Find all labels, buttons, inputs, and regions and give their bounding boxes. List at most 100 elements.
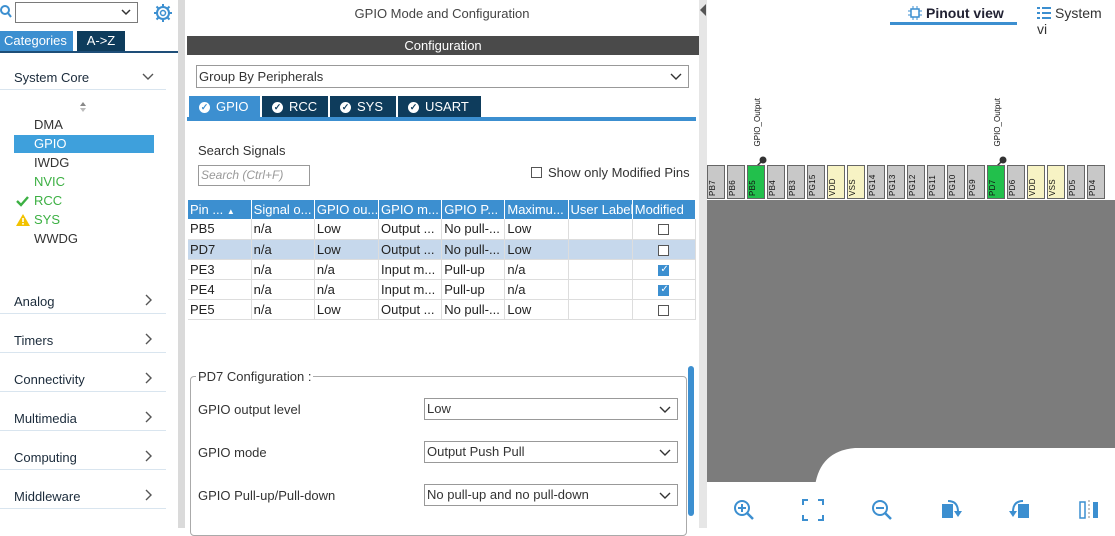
pin-pb7[interactable]: PB7: [707, 165, 725, 199]
pin-pd5[interactable]: PD5: [1067, 165, 1085, 199]
group-computing[interactable]: Computing: [0, 444, 166, 470]
group-system-core[interactable]: System Core: [0, 64, 166, 90]
column-header-max-speed[interactable]: Maximu...: [504, 200, 569, 219]
group-by-select[interactable]: Group By Peripherals: [196, 65, 689, 88]
pin-pd4[interactable]: PD4: [1087, 165, 1105, 199]
cell-user-label[interactable]: [568, 219, 633, 240]
gear-icon[interactable]: [153, 3, 173, 23]
column-header-gpio-mode[interactable]: GPIO m...: [378, 200, 443, 219]
table-row[interactable]: PE4 n/a n/a Input m... Pull-up n/a: [188, 279, 697, 300]
item-wwdg[interactable]: WWDG: [34, 230, 78, 248]
modified-checkbox: [658, 304, 670, 316]
pin-pg15[interactable]: PG15: [807, 165, 825, 199]
sort-icon[interactable]: [78, 100, 88, 114]
checkbox[interactable]: [531, 167, 542, 178]
tab-categories[interactable]: Categories: [0, 31, 73, 51]
pin-pb5[interactable]: PB5: [747, 165, 765, 199]
view-toolbar: [707, 482, 1115, 528]
show-modified-checkbox[interactable]: Show only Modified Pins: [531, 165, 690, 180]
item-dma[interactable]: DMA: [34, 116, 63, 134]
column-header-user-label[interactable]: User Label: [568, 200, 633, 219]
tab-label: USART: [425, 99, 469, 114]
cell-user-label[interactable]: [568, 299, 633, 320]
output-level-select[interactable]: Low: [424, 398, 678, 420]
group-middleware[interactable]: Middleware: [0, 483, 166, 509]
pinout-panel: Pinout view System vi GPIO_Output GPIO_O…: [699, 0, 1115, 528]
sort-ascending-icon: ▲: [226, 207, 235, 216]
search-signals-input[interactable]: Search (Ctrl+F): [198, 165, 310, 186]
column-header-gpio-pull[interactable]: GPIO P...: [441, 200, 506, 219]
column-header-modified[interactable]: Modified: [632, 200, 697, 219]
gpio-mode-select[interactable]: Output Push Pull: [424, 441, 678, 463]
pin-signal-label: GPIO_Output: [753, 98, 762, 147]
chevron-down-icon: [659, 406, 671, 413]
rotate-left-icon[interactable]: [1009, 498, 1031, 522]
item-nvic[interactable]: NVIC: [34, 173, 65, 191]
group-timers[interactable]: Timers: [0, 327, 166, 353]
pin-pg11[interactable]: PG11: [927, 165, 945, 199]
zoom-out-icon[interactable]: [871, 498, 893, 522]
pin-vdd[interactable]: VDD: [1027, 165, 1045, 199]
item-sys[interactable]: SYS: [16, 211, 60, 229]
tab-sys[interactable]: ✓ SYS: [330, 96, 396, 117]
pin-vss[interactable]: VSS: [847, 165, 865, 199]
group-analog[interactable]: Analog: [0, 288, 166, 314]
table-row[interactable]: PB5 n/a Low Output ... No pull-... Low: [188, 219, 697, 240]
flip-icon[interactable]: [1078, 498, 1100, 522]
group-label: System Core: [14, 70, 90, 85]
pin-pg14[interactable]: PG14: [867, 165, 885, 199]
pin-pg13[interactable]: PG13: [887, 165, 905, 199]
pin-vdd[interactable]: VDD: [827, 165, 845, 199]
tab-gpio[interactable]: ✓ GPIO: [189, 96, 260, 117]
warning-icon: [16, 214, 30, 226]
pin-pg12[interactable]: PG12: [907, 165, 925, 199]
cell-pin: PE3: [188, 259, 252, 280]
column-header-signal[interactable]: Signal o...: [251, 200, 315, 219]
group-label: Timers: [14, 333, 54, 348]
table-row[interactable]: PD7 n/a Low Output ... No pull-... Low: [188, 239, 697, 260]
collapse-arrow-icon[interactable]: [699, 2, 707, 18]
pin-pb3[interactable]: PB3: [787, 165, 805, 199]
panel-splitter[interactable]: [699, 0, 707, 528]
group-multimedia[interactable]: Multimedia: [0, 405, 166, 431]
pin-vss[interactable]: VSS: [1047, 165, 1065, 199]
column-header-pin[interactable]: Pin ... ▲: [188, 200, 252, 219]
tab-usart[interactable]: ✓ USART: [398, 96, 481, 117]
pull-label: GPIO Pull-up/Pull-down: [198, 488, 336, 503]
search-combo[interactable]: [15, 2, 138, 23]
cell-pin: PE5: [188, 299, 252, 320]
panel-splitter[interactable]: [178, 0, 185, 528]
cell-user-label[interactable]: [568, 239, 633, 260]
pin-pb4[interactable]: PB4: [767, 165, 785, 199]
fit-to-screen-icon[interactable]: [802, 498, 824, 522]
check-circle-icon: ✓: [408, 102, 419, 114]
column-header-gpio-output[interactable]: GPIO ou...: [314, 200, 380, 219]
tab-a-to-z[interactable]: A->Z: [77, 31, 125, 51]
tab-underline: [890, 22, 1017, 25]
pin-pd6[interactable]: PD6: [1007, 165, 1025, 199]
tab-label: RCC: [289, 99, 318, 114]
item-iwdg[interactable]: IWDG: [34, 154, 69, 172]
zoom-in-icon[interactable]: [733, 498, 755, 522]
cell-mode: Input m...: [378, 259, 443, 280]
item-rcc[interactable]: RCC: [16, 192, 62, 210]
pull-select[interactable]: No pull-up and no pull-down: [424, 484, 678, 506]
pin-pb6[interactable]: PB6: [727, 165, 745, 199]
pin-pg9[interactable]: PG9: [967, 165, 985, 199]
cell-user-label[interactable]: [568, 259, 633, 280]
vertical-scrollbar[interactable]: [688, 366, 694, 516]
table-row[interactable]: PE5 n/a Low Output ... No pull-... Low: [188, 299, 697, 320]
table-row[interactable]: PE3 n/a n/a Input m... Pull-up n/a: [188, 259, 697, 280]
rotate-right-icon[interactable]: [940, 498, 962, 522]
tab-rcc[interactable]: ✓ RCC: [262, 96, 328, 117]
tab-label: SYS: [357, 99, 384, 114]
check-circle-icon: ✓: [272, 102, 283, 114]
select-value: Low: [427, 401, 451, 416]
cell-user-label[interactable]: [568, 279, 633, 300]
item-gpio[interactable]: GPIO: [14, 135, 154, 153]
tab-system-view[interactable]: System vi: [1037, 5, 1115, 37]
group-connectivity[interactable]: Connectivity: [0, 366, 166, 392]
chevron-right-icon: [145, 294, 152, 306]
pin-pd7[interactable]: PD7: [987, 165, 1005, 199]
pin-pg10[interactable]: PG10: [947, 165, 965, 199]
